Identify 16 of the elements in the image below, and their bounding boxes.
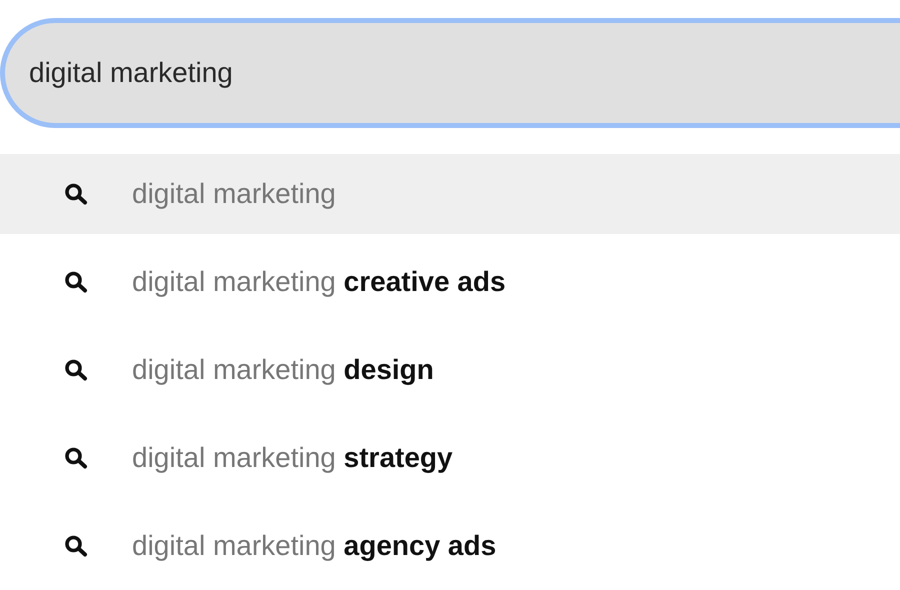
suggestion-item[interactable]: digital marketing creative ads (0, 242, 900, 322)
suggestion-text: digital marketing (132, 178, 336, 210)
suggestion-text: digital marketing creative ads (132, 266, 506, 298)
search-icon (64, 359, 89, 381)
suggestion-text: digital marketing agency ads (132, 530, 496, 562)
search-icon (64, 447, 89, 469)
suggestion-item[interactable]: digital marketing strategy (0, 418, 900, 498)
suggestion-item[interactable]: digital marketing agency ads (0, 506, 900, 586)
search-icon (64, 535, 89, 557)
suggestion-item[interactable]: digital marketing (0, 154, 900, 234)
search-field[interactable]: digital marketing (0, 18, 900, 128)
search-icon (64, 183, 89, 205)
search-icon (64, 271, 89, 293)
suggestion-text: digital marketing design (132, 354, 434, 386)
suggestion-text: digital marketing strategy (132, 442, 453, 474)
suggestion-item[interactable]: digital marketing design (0, 330, 900, 410)
